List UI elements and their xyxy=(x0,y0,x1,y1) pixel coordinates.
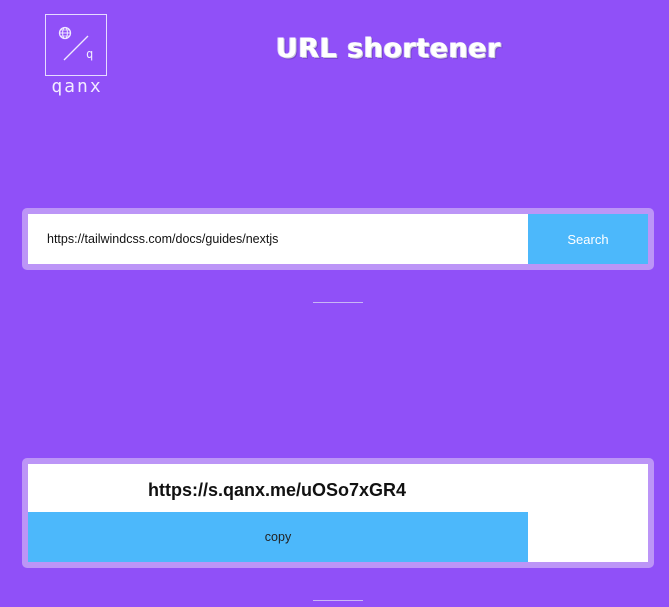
logo[interactable]: q xyxy=(45,14,107,76)
page: q qanx URL shortener Search https://s.qa… xyxy=(0,0,669,607)
logo-text: qanx xyxy=(51,76,103,97)
page-title: URL shortener xyxy=(276,33,502,64)
search-button[interactable]: Search xyxy=(528,214,648,264)
result-panel: https://s.qanx.me/uOSo7xGR4 copy xyxy=(22,458,654,568)
short-url[interactable]: https://s.qanx.me/uOSo7xGR4 xyxy=(148,480,406,501)
search-panel: Search xyxy=(22,208,654,270)
logo-letter: q xyxy=(86,47,94,61)
result-card: https://s.qanx.me/uOSo7xGR4 copy xyxy=(28,464,648,562)
globe-icon xyxy=(58,26,89,61)
divider xyxy=(313,302,363,303)
divider xyxy=(313,600,363,601)
url-input[interactable] xyxy=(28,214,528,264)
copy-button[interactable]: copy xyxy=(28,512,528,562)
